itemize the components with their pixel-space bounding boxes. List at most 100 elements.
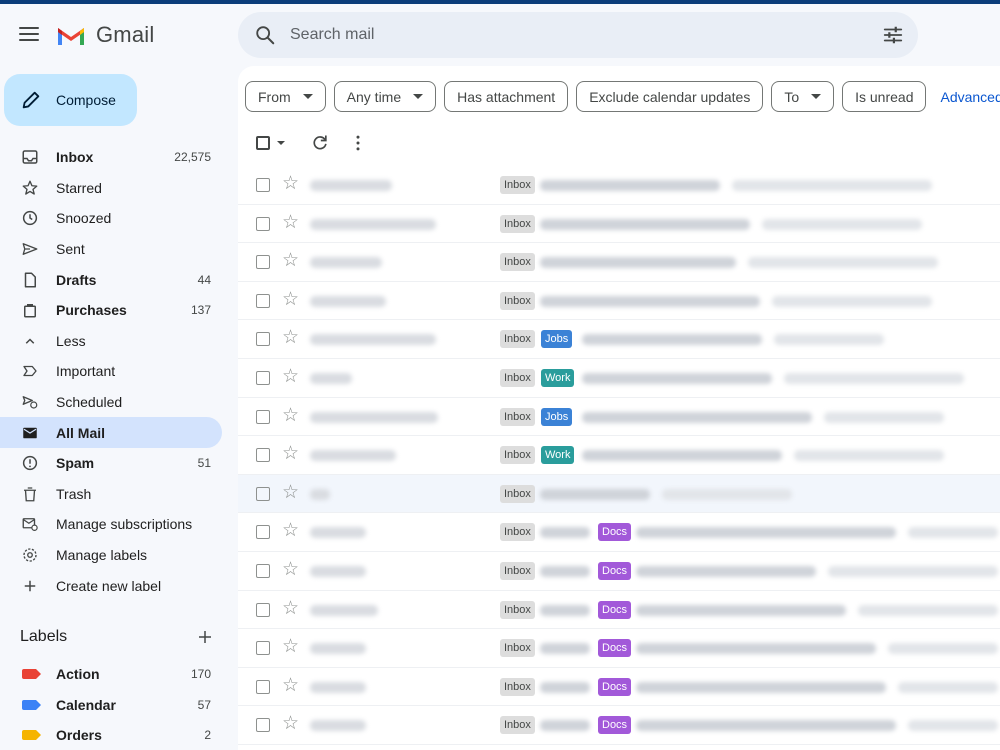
inbox-label-chip[interactable]: Inbox <box>500 176 535 194</box>
inbox-label-chip[interactable]: Inbox <box>500 716 535 735</box>
sidebar-item-starred[interactable]: Starred <box>0 173 222 204</box>
row-checkbox[interactable] <box>256 602 270 617</box>
email-row[interactable]: ☆ Inbox Work <box>238 436 1000 475</box>
filter-chip-exclude-calendar[interactable]: Exclude calendar updates <box>576 81 764 112</box>
star-icon[interactable]: ☆ <box>282 675 299 696</box>
gmail-logo[interactable]: Gmail <box>56 22 154 48</box>
row-checkbox[interactable] <box>256 255 270 270</box>
email-row[interactable]: ☆ Inbox Docs <box>238 590 1000 630</box>
tag-chip-docs[interactable]: Docs <box>598 561 632 580</box>
tag-chip-docs[interactable]: Docs <box>598 600 632 619</box>
email-row[interactable]: ☆ Inbox Docs <box>238 513 1000 552</box>
row-checkbox[interactable] <box>256 216 270 231</box>
email-row[interactable]: ☆ Inbox Docs <box>238 706 1000 745</box>
sidebar-item-scheduled[interactable]: Scheduled <box>0 387 222 418</box>
row-checkbox[interactable] <box>256 409 270 424</box>
label-item-calendar[interactable]: Calendar 57 <box>0 690 222 721</box>
main-menu-icon[interactable] <box>19 27 39 43</box>
add-label-icon[interactable] <box>196 628 214 646</box>
inbox-label-chip[interactable]: Inbox <box>500 523 535 542</box>
sidebar-item-inbox[interactable]: Inbox 22,575 <box>0 142 222 173</box>
row-checkbox[interactable] <box>256 178 270 192</box>
star-icon[interactable]: ☆ <box>282 637 299 657</box>
inbox-label-chip[interactable]: Inbox <box>500 291 535 310</box>
sidebar-item-important[interactable]: Important <box>0 356 222 387</box>
tag-chip-docs[interactable]: Docs <box>598 677 632 696</box>
sidebar-item-create-label[interactable]: Create new label <box>0 570 222 601</box>
email-row[interactable]: ☆ Inbox Docs <box>238 629 1000 668</box>
sidebar-item-manage-subscriptions[interactable]: Manage subscriptions <box>0 509 222 540</box>
tag-chip-docs[interactable]: Docs <box>598 639 632 658</box>
email-row[interactable]: ☆ Inbox <box>238 166 1000 205</box>
inbox-label-chip[interactable]: Inbox <box>500 600 535 619</box>
tag-chip-work[interactable]: Work <box>541 446 575 465</box>
refresh-icon[interactable] <box>310 133 330 153</box>
tag-chip-jobs[interactable]: Jobs <box>541 407 573 426</box>
sidebar-item-snoozed[interactable]: Snoozed <box>0 203 222 234</box>
tag-chip-docs[interactable]: Docs <box>598 523 632 542</box>
row-checkbox[interactable] <box>256 525 270 540</box>
advanced-search-link[interactable]: Advanced search <box>940 81 1000 112</box>
email-row[interactable]: ☆ Inbox <box>238 281 1000 321</box>
sidebar-item-trash[interactable]: Trash <box>0 479 222 510</box>
star-icon[interactable]: ☆ <box>282 559 299 580</box>
email-row[interactable]: ☆ Inbox Docs <box>238 551 1000 591</box>
sidebar-item-purchases[interactable]: Purchases 137 <box>0 295 222 326</box>
inbox-label-chip[interactable]: Inbox <box>500 253 535 272</box>
row-checkbox[interactable] <box>256 293 270 308</box>
star-icon[interactable]: ☆ <box>282 405 299 426</box>
label-item-action[interactable]: Action 170 <box>0 659 222 690</box>
tag-chip-work[interactable]: Work <box>541 368 575 387</box>
inbox-label-chip[interactable]: Inbox <box>500 368 535 387</box>
filter-chip-to[interactable]: To <box>771 81 835 112</box>
row-checkbox[interactable] <box>256 332 270 347</box>
email-row[interactable]: ☆ Inbox <box>238 474 1000 514</box>
star-icon[interactable]: ☆ <box>282 212 299 233</box>
sidebar-item-less[interactable]: Less <box>0 326 222 357</box>
inbox-label-chip[interactable]: Inbox <box>500 677 535 696</box>
star-icon[interactable]: ☆ <box>282 251 299 271</box>
label-item-orders[interactable]: Orders 2 <box>0 720 222 750</box>
row-checkbox[interactable] <box>256 486 270 501</box>
email-row[interactable]: ☆ Inbox Work <box>238 358 1000 398</box>
search-bar[interactable] <box>238 12 918 58</box>
filter-chip-is-unread[interactable]: Is unread <box>842 81 927 112</box>
star-icon[interactable]: ☆ <box>282 521 299 541</box>
email-row[interactable]: ☆ Inbox <box>238 243 1000 282</box>
sidebar-item-sent[interactable]: Sent <box>0 234 222 265</box>
inbox-label-chip[interactable]: Inbox <box>500 330 535 349</box>
star-icon[interactable]: ☆ <box>282 714 299 734</box>
star-icon[interactable]: ☆ <box>282 366 299 387</box>
tag-chip-jobs[interactable]: Jobs <box>541 330 573 349</box>
search-input[interactable] <box>290 12 850 58</box>
inbox-label-chip[interactable]: Inbox <box>500 214 535 233</box>
inbox-label-chip[interactable]: Inbox <box>500 407 535 426</box>
star-icon[interactable]: ☆ <box>282 328 299 348</box>
email-row[interactable]: ☆ Inbox Jobs <box>238 397 1000 437</box>
select-all-checkbox[interactable] <box>256 136 270 150</box>
select-dropdown-icon[interactable] <box>277 141 285 145</box>
star-icon[interactable]: ☆ <box>282 598 299 619</box>
inbox-label-chip[interactable]: Inbox <box>500 446 535 465</box>
star-icon[interactable]: ☆ <box>282 444 299 464</box>
sidebar-item-all-mail[interactable]: All Mail <box>0 417 222 448</box>
more-options-icon[interactable] <box>348 133 368 153</box>
email-row[interactable]: ☆ Inbox <box>238 204 1000 244</box>
row-checkbox[interactable] <box>256 448 270 463</box>
row-checkbox[interactable] <box>256 679 270 694</box>
star-icon[interactable]: ☆ <box>282 174 299 194</box>
email-row[interactable]: ☆ Inbox Jobs <box>238 320 1000 359</box>
search-icon[interactable] <box>254 24 276 46</box>
row-checkbox[interactable] <box>256 718 270 733</box>
star-icon[interactable]: ☆ <box>282 289 299 310</box>
inbox-label-chip[interactable]: Inbox <box>500 561 535 580</box>
compose-button[interactable]: Compose <box>4 74 137 126</box>
row-checkbox[interactable] <box>256 370 270 385</box>
row-checkbox[interactable] <box>256 641 270 656</box>
inbox-label-chip[interactable]: Inbox <box>500 639 535 658</box>
tag-chip-docs[interactable]: Docs <box>598 716 632 735</box>
email-row[interactable]: ☆ Inbox Docs <box>238 667 1000 707</box>
search-options-icon[interactable] <box>882 24 904 46</box>
sidebar-item-drafts[interactable]: Drafts 44 <box>0 264 222 295</box>
row-checkbox[interactable] <box>256 563 270 578</box>
